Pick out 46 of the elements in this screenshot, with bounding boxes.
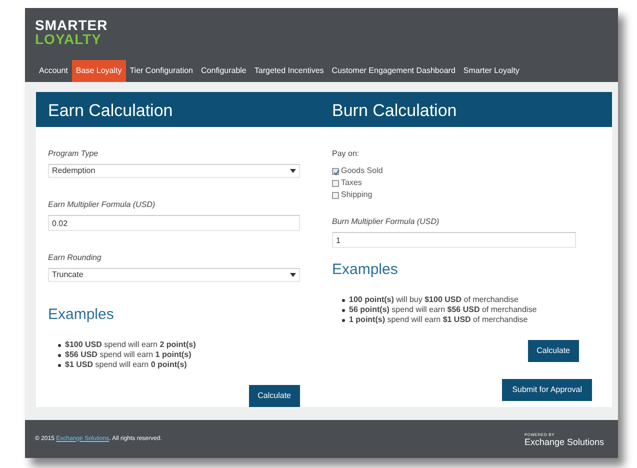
examples-heading: Examples — [48, 306, 115, 324]
bullet-icon — [58, 364, 61, 366]
checkbox[interactable] — [332, 168, 339, 174]
example-text: 100 point(s) will buy $100 USD of merchandise — [349, 295, 518, 305]
example-text: 1 point(s) spend will earn $1 USD of merchandise — [349, 315, 528, 325]
logo-text: LOYALTY — [35, 32, 103, 46]
calculate-button[interactable]: Calculate — [528, 340, 579, 362]
nav-tab[interactable]: Base Loyalty — [72, 60, 126, 82]
nav-tab[interactable]: Tier Configuration — [126, 60, 198, 82]
section-title: Burn Calculation — [331, 100, 458, 122]
dropdown-field[interactable]: Truncate — [48, 268, 300, 282]
bullet-icon — [342, 318, 345, 322]
bullet-icon — [58, 344, 61, 346]
input-field[interactable]: 0.02 — [48, 215, 300, 231]
nav-tab[interactable]: Account — [35, 60, 72, 82]
bullet-icon — [58, 354, 61, 356]
field-label: Earn Rounding — [48, 253, 102, 263]
pay-on-label: Pay on: — [332, 149, 360, 159]
nav-tab[interactable]: Configurable — [197, 60, 250, 82]
brand-logo-text: Exchange Solutions — [524, 436, 604, 446]
example-text: $56 USD spend will earn 1 point(s) — [65, 350, 192, 360]
field-label: Program Type — [48, 149, 98, 159]
example-text: 56 point(s) spend will earn $56 USD of merchandise — [349, 305, 537, 315]
checkbox[interactable] — [332, 180, 339, 186]
bullet-icon — [342, 308, 345, 312]
field-label: Earn Multiplier Formula (USD) — [48, 200, 156, 210]
example-text: $1 USD spend will earn 0 point(s) — [65, 360, 187, 370]
bullet-icon — [342, 298, 345, 302]
checkbox-label: Goods Sold — [341, 165, 383, 177]
caret-icon — [290, 273, 296, 277]
nav-tab[interactable]: Targeted Incentives — [250, 60, 328, 82]
submit-button[interactable]: Submit for Approval — [502, 379, 592, 401]
nav-tab[interactable]: Smarter Loyalty — [459, 60, 524, 82]
example-text: $100 USD spend will earn 2 point(s) — [65, 340, 196, 350]
checkbox[interactable] — [332, 192, 339, 198]
examples-heading: Examples — [332, 261, 399, 279]
dropdown-field[interactable]: Redemption — [48, 164, 300, 178]
checkbox-label: Taxes — [341, 177, 362, 189]
logo-text: SMARTER — [35, 18, 109, 32]
section-title: Earn Calculation — [47, 100, 174, 122]
calculate-button[interactable]: Calculate — [248, 385, 300, 407]
caret-icon — [290, 169, 296, 173]
input-field[interactable]: 1 — [332, 232, 576, 248]
nav-tab[interactable]: Customer Engagement Dashboard — [328, 60, 460, 82]
field-label: Burn Multiplier Formula (USD) — [332, 217, 440, 227]
checkbox-label: Shipping — [341, 189, 372, 201]
